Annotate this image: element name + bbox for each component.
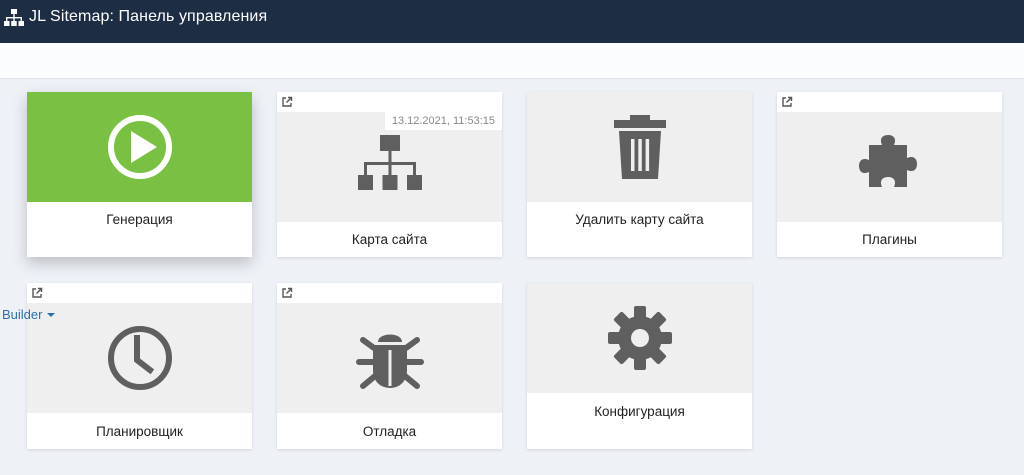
plugins-icon-area [777,112,1002,222]
trash-icon [613,115,666,179]
play-circle-icon [107,115,172,179]
configuration-card[interactable]: Конфигурация [527,283,752,449]
caret-down-icon [47,313,56,317]
delete-sitemap-card[interactable]: Удалить карту сайта [527,92,752,257]
debug-card[interactable]: Отладка [277,283,502,449]
plugins-label: Плагины [862,232,917,247]
external-link-icon[interactable] [281,287,293,299]
sitemap-card[interactable]: 13.12.2021, 11:53:15 Карта сайта [277,92,502,257]
generation-card[interactable]: Генерация [27,92,252,257]
configuration-label: Конфигурация [594,404,685,419]
bug-icon [355,334,424,389]
sitemap-icon [357,135,422,190]
clock-icon [107,326,172,390]
plugins-card[interactable]: Плагины [777,92,1002,257]
external-link-icon[interactable] [781,96,793,108]
sitemap-label: Карта сайта [351,232,428,247]
generation-icon-area [27,92,252,202]
page-title: JL Sitemap: Панель управления [29,8,268,25]
builder-label: Builder [2,307,43,322]
puzzle-icon [858,135,917,187]
debug-label: Отладка [362,424,417,439]
external-link-icon[interactable] [31,287,43,299]
toolbar [0,43,1024,79]
gear-icon [607,306,672,370]
generation-label: Генерация [106,212,173,227]
debug-icon-area [277,303,502,413]
last-generated-timestamp: 13.12.2021, 11:53:15 [384,112,502,130]
delete-sitemap-label: Удалить карту сайта [575,212,704,227]
header-bar: JL Sitemap: Панель управления [0,0,1024,43]
scheduler-label: Планировщик [96,424,183,439]
delete-icon-area [527,92,752,202]
scheduler-card[interactable]: Планировщик [27,283,252,449]
external-link-icon[interactable] [281,96,293,108]
builder-dropdown[interactable]: Builder [2,307,56,322]
sitemap-icon [4,9,24,26]
scheduler-icon-area [27,303,252,413]
configuration-icon-area [527,283,752,393]
